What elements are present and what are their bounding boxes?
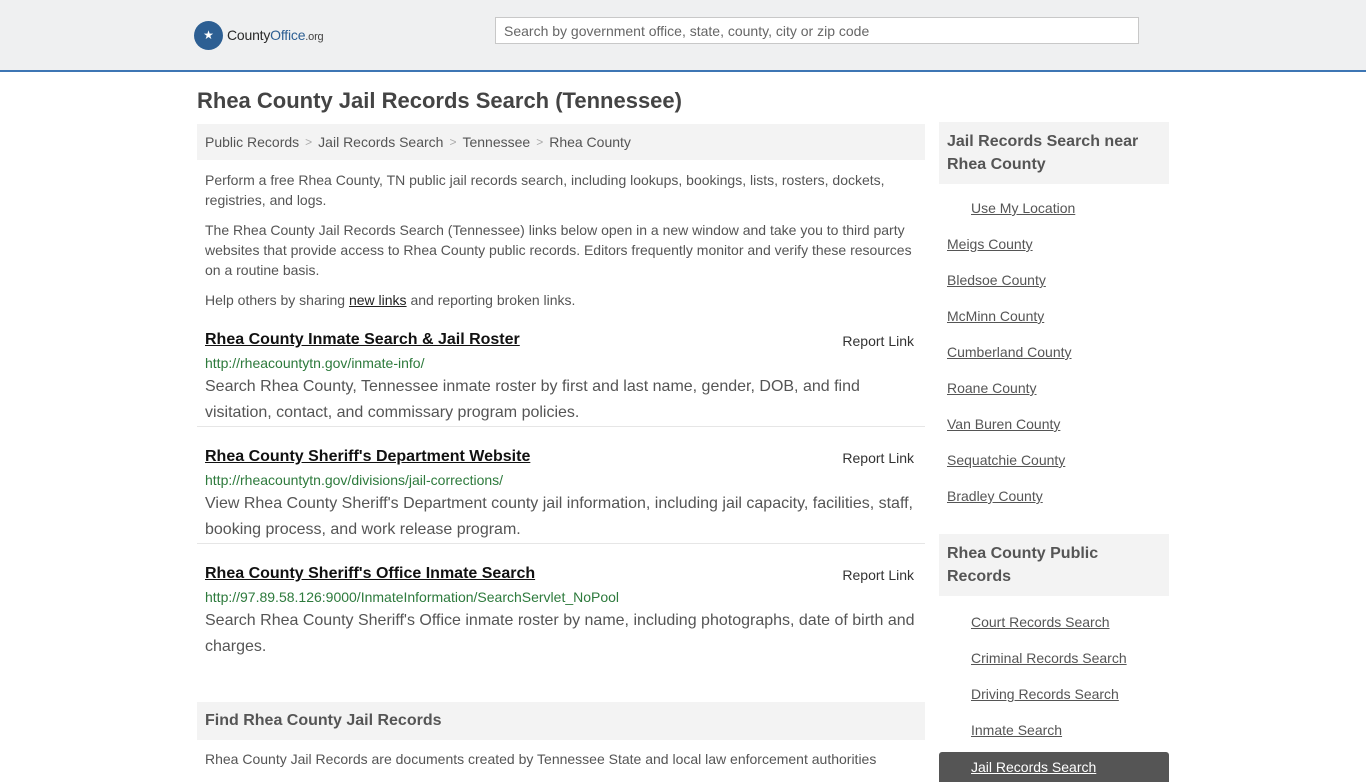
sidebar-item: Sequatchie County [939,442,1169,478]
logo-eagle-icon: ★ [194,20,223,50]
sidebar-item: Roane County [939,370,1169,406]
sidebar-item: Van Buren County [939,406,1169,442]
sidebar-item-active[interactable]: Jail Records Search [939,752,1169,782]
resource-url: http://rheacountytn.gov/inmate-info/ [205,355,425,371]
resource-description: Search Rhea County, Tennessee inmate ros… [205,378,860,421]
sidebar-item: Bledsoe County [939,262,1169,298]
sidebar-item: Meigs County [939,226,1169,262]
find-section-heading: Find Rhea County Jail Records [197,702,925,740]
resource-url: http://97.89.58.126:9000/InmateInformati… [205,589,620,605]
nearby-county-link[interactable]: Bradley County [947,488,1043,504]
breadcrumb-separator-icon: > [536,135,544,149]
breadcrumb-jail-records-search[interactable]: Jail Records Search [318,134,443,150]
nearby-county-link[interactable]: McMinn County [947,308,1044,324]
breadcrumb: Public Records > Jail Records Search > T… [197,124,925,160]
breadcrumb-separator-icon: > [305,135,313,149]
criminal-records-link[interactable]: Criminal Records Search [971,650,1127,666]
court-records-link[interactable]: Court Records Search [971,614,1110,630]
logo-wordmark: CountyOffice.org [227,27,324,43]
resource-description: Search Rhea County Sheriff's Office inma… [205,612,915,655]
nearby-county-link[interactable]: Meigs County [947,236,1033,252]
resource-title-link[interactable]: Rhea County Sheriff's Office Inmate Sear… [205,565,535,582]
report-link-button[interactable]: Report Link [842,450,914,466]
main-content: Perform a free Rhea County, TN public ja… [197,170,925,660]
sidebar-item: Inmate Search [939,712,1169,748]
sidebar-item-use-location: Use My Location [939,190,1169,226]
page-title: Rhea County Jail Records Search (Tenness… [197,88,682,113]
sidebar-records-heading: Rhea County Public Records [939,534,1169,596]
resource-title-link[interactable]: Rhea County Sheriff's Department Website [205,448,530,465]
report-link-button[interactable]: Report Link [842,333,914,349]
disclaimer-paragraph: The Rhea County Jail Records Search (Ten… [205,222,912,278]
use-my-location-link[interactable]: Use My Location [971,200,1075,216]
breadcrumb-public-records[interactable]: Public Records [205,134,299,150]
intro-paragraph: Perform a free Rhea County, TN public ja… [205,172,885,208]
nearby-county-link[interactable]: Roane County [947,380,1037,396]
sidebar-records-list: Court Records Search Criminal Records Se… [939,604,1169,748]
sidebar-item: Bradley County [939,478,1169,514]
sidebar: Jail Records Search near Rhea County Use… [939,122,1169,782]
find-section-text: Rhea County Jail Records are documents c… [205,751,877,767]
sidebar-item: Driving Records Search [939,676,1169,712]
resource-entry: Rhea County Sheriff's Office Inmate Sear… [197,564,925,660]
sidebar-item: Cumberland County [939,334,1169,370]
breadcrumb-tennessee[interactable]: Tennessee [462,134,530,150]
site-header: ★ CountyOffice.org [0,0,1366,72]
nearby-county-link[interactable]: Sequatchie County [947,452,1065,468]
driving-records-link[interactable]: Driving Records Search [971,686,1119,702]
inmate-search-link[interactable]: Inmate Search [971,722,1062,738]
sidebar-item: Criminal Records Search [939,640,1169,676]
resource-title-link[interactable]: Rhea County Inmate Search & Jail Roster [205,331,520,348]
share-paragraph: Help others by sharing new links and rep… [205,292,576,308]
sidebar-item: McMinn County [939,298,1169,334]
resource-description: View Rhea County Sheriff's Department co… [205,495,913,538]
sidebar-nearby-list: Use My Location Meigs County Bledsoe Cou… [939,190,1169,514]
report-link-button[interactable]: Report Link [842,567,914,583]
nearby-county-link[interactable]: Van Buren County [947,416,1060,432]
breadcrumb-separator-icon: > [449,135,457,149]
resource-entry: Rhea County Inmate Search & Jail Roster … [197,330,925,427]
nearby-county-link[interactable]: Bledsoe County [947,272,1046,288]
jail-records-search-link[interactable]: Jail Records Search [971,759,1096,775]
sidebar-item: Court Records Search [939,604,1169,640]
resource-entry: Rhea County Sheriff's Department Website… [197,447,925,544]
search-input[interactable] [495,17,1139,44]
new-links-link[interactable]: new links [349,292,407,308]
nearby-county-link[interactable]: Cumberland County [947,344,1072,360]
breadcrumb-rhea-county: Rhea County [549,134,631,150]
site-logo[interactable]: ★ CountyOffice.org [194,20,324,50]
resource-url: http://rheacountytn.gov/divisions/jail-c… [205,472,504,488]
sidebar-nearby-heading: Jail Records Search near Rhea County [939,122,1169,184]
